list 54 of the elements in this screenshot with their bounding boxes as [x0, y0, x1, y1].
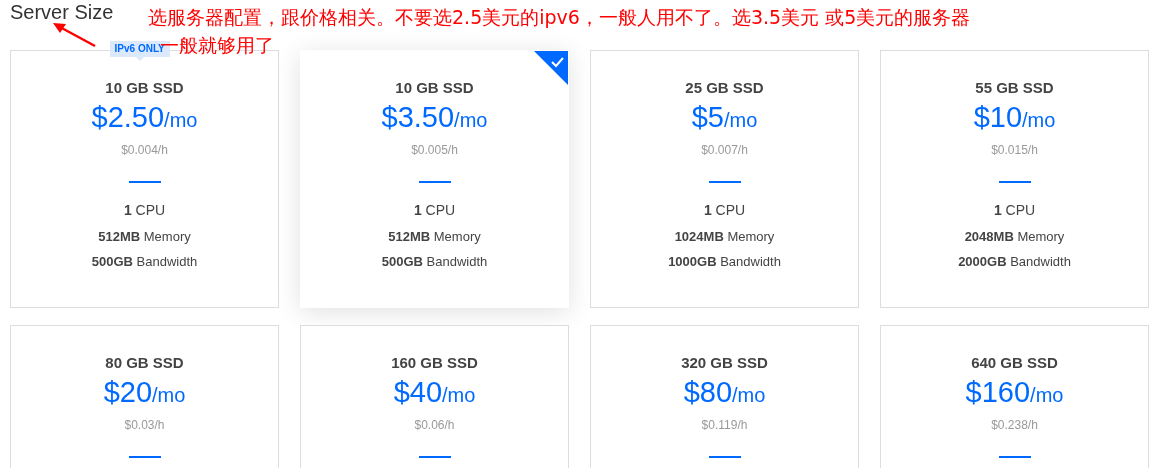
- plan-card[interactable]: 80 GB SSD $20/mo $0.03/h: [10, 325, 279, 468]
- spec-text: 1024MB Memory: [673, 229, 776, 245]
- divider: [708, 181, 741, 183]
- divider: [128, 456, 161, 458]
- divider: [418, 181, 451, 183]
- spec-text: 500GB Bandwidth: [380, 254, 489, 270]
- price: $2.50/mo: [90, 100, 199, 135]
- hourly-price: $0.238/h: [990, 417, 1039, 433]
- disk-size: 25 GB SSD: [684, 79, 765, 97]
- plan-card[interactable]: 55 GB SSD $10/mo $0.015/h 1 CPU 2048MB Memory 2000GB Bandwidth: [880, 50, 1149, 308]
- plan-card[interactable]: 640 GB SSD $160/mo $0.238/h: [880, 325, 1149, 468]
- price: $40/mo: [392, 375, 477, 410]
- spec-text: 512MB Memory: [97, 229, 192, 245]
- page-title: Server Size: [10, 0, 114, 24]
- check-icon: [534, 51, 568, 85]
- hourly-price: $0.005/h: [410, 142, 459, 158]
- spec-text: 512MB Memory: [387, 229, 482, 245]
- spec-text: 1 CPU: [702, 202, 747, 218]
- plan-card[interactable]: 320 GB SSD $80/mo $0.119/h: [590, 325, 859, 468]
- spec-text: 1 CPU: [122, 202, 167, 218]
- price: $80/mo: [682, 375, 767, 410]
- hourly-price: $0.007/h: [700, 142, 749, 158]
- price: $5/mo: [690, 100, 759, 135]
- disk-size: 640 GB SSD: [970, 354, 1059, 372]
- spec-text: 1 CPU: [992, 202, 1037, 218]
- disk-size: 320 GB SSD: [680, 354, 769, 372]
- spec-text: 1 CPU: [412, 202, 457, 218]
- disk-size: 160 GB SSD: [390, 354, 479, 372]
- plan-card[interactable]: 160 GB SSD $40/mo $0.06/h: [300, 325, 569, 468]
- price: $160/mo: [964, 375, 1065, 410]
- spec-text: 500GB Bandwidth: [90, 254, 199, 270]
- disk-size: 10 GB SSD: [394, 79, 475, 97]
- divider: [708, 456, 741, 458]
- divider: [128, 181, 161, 183]
- annotation-text: 选服务器配置，跟价格相关。不要选2.5美元的ipv6，一般人用不了。选3.5美元 或5美元的服务器: [148, 5, 971, 29]
- plan-card[interactable]: 10 GB SSD $3.50/mo $0.005/h 1 CPU 512MB Memory 500GB Bandwidth: [300, 50, 569, 308]
- disk-size: 80 GB SSD: [104, 354, 185, 372]
- spec-text: 2000GB Bandwidth: [957, 254, 1072, 270]
- price: $20/mo: [102, 375, 187, 410]
- price: $10/mo: [972, 100, 1057, 135]
- hourly-price: $0.119/h: [700, 417, 749, 433]
- hourly-price: $0.03/h: [123, 417, 166, 433]
- spec-text: 2048MB Memory: [963, 229, 1066, 245]
- hourly-price: $0.06/h: [413, 417, 456, 433]
- disk-size: 55 GB SSD: [974, 79, 1055, 97]
- hourly-price: $0.015/h: [990, 142, 1039, 158]
- spec-text: 1000GB Bandwidth: [667, 254, 782, 270]
- divider: [998, 456, 1031, 458]
- divider: [418, 456, 451, 458]
- disk-size: 10 GB SSD: [104, 79, 185, 97]
- hourly-price: $0.004/h: [120, 142, 169, 158]
- price: $3.50/mo: [380, 100, 489, 135]
- divider: [998, 181, 1031, 183]
- plan-card[interactable]: 25 GB SSD $5/mo $0.007/h 1 CPU 1024MB Memory 1000GB Bandwidth: [590, 50, 859, 308]
